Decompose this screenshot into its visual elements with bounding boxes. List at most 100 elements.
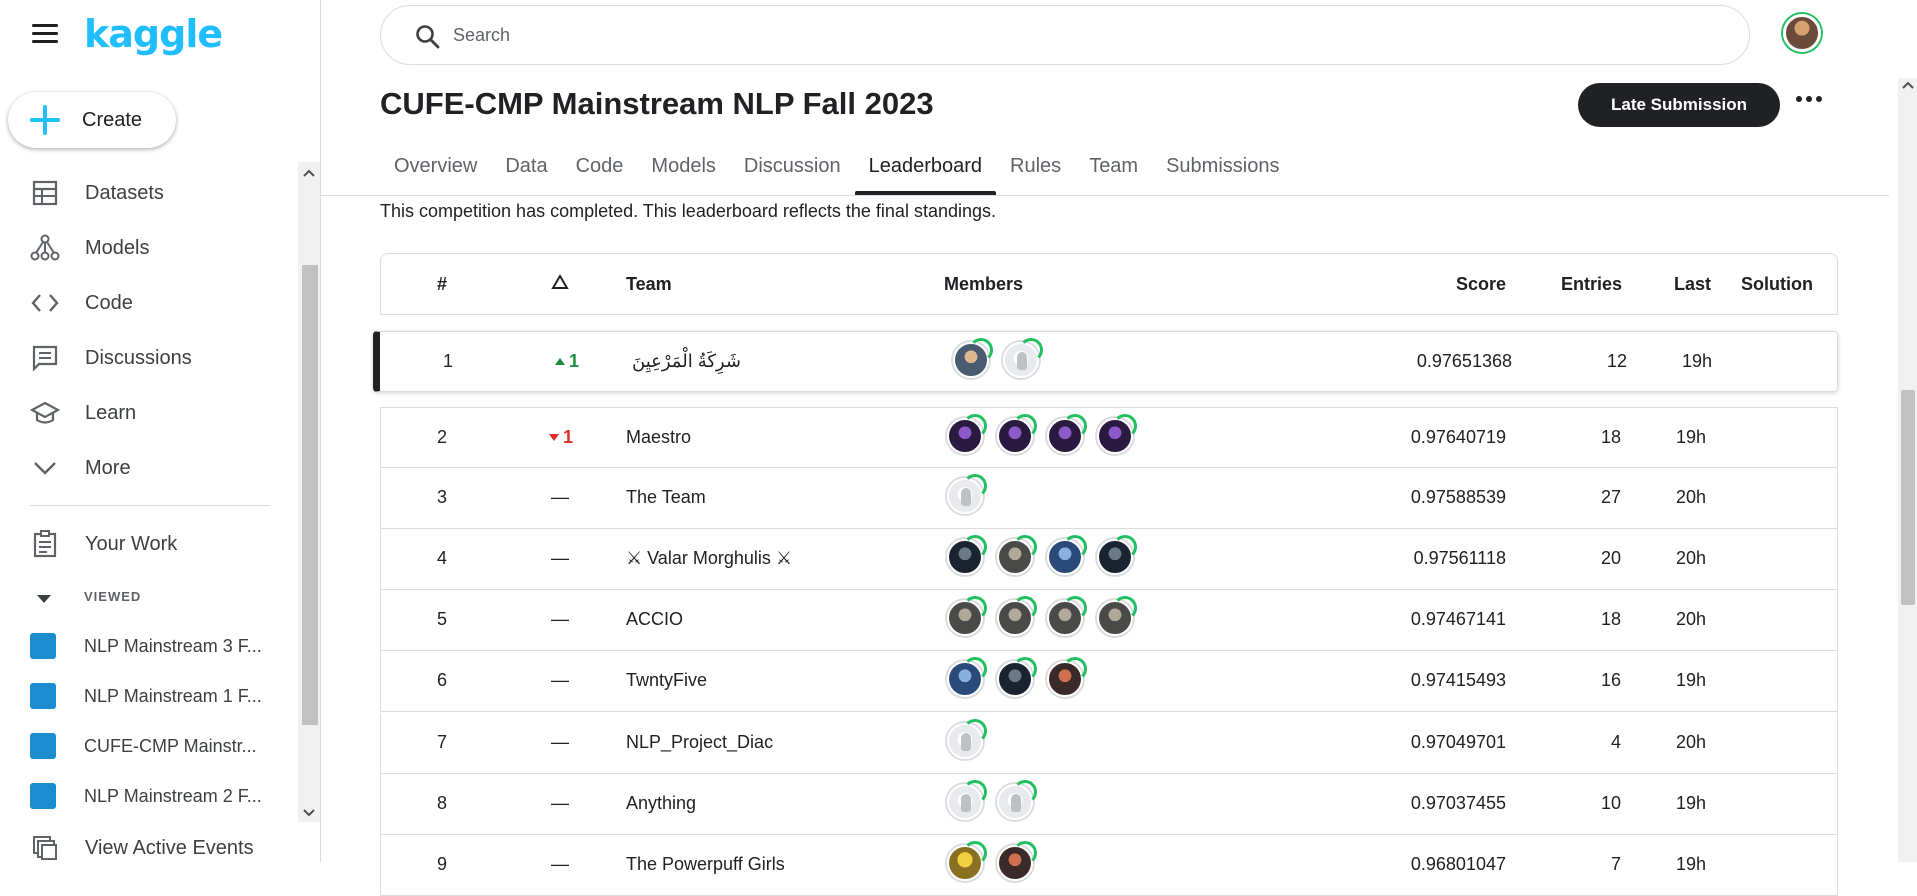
rank-change: —: [551, 670, 569, 690]
caret-down-icon[interactable]: [37, 595, 51, 603]
header-score[interactable]: Score: [1456, 274, 1506, 295]
search-input[interactable]: [453, 20, 1653, 50]
member-avatar[interactable]: [1097, 596, 1137, 636]
team-members: [947, 841, 1037, 881]
team-name[interactable]: ⚔ Valar Morghulis ⚔: [626, 548, 792, 569]
sidebar-item-learn[interactable]: Learn: [0, 389, 300, 437]
member-avatar[interactable]: [953, 338, 993, 378]
table-row[interactable]: 7 — NLP_Project_Diac 0.97049701 4 20h: [380, 713, 1838, 774]
member-avatar[interactable]: [997, 596, 1037, 636]
page-scrollbar-thumb[interactable]: [1901, 390, 1915, 605]
rank-change: —: [551, 793, 569, 813]
create-button[interactable]: Create: [8, 92, 176, 148]
member-avatar[interactable]: [1097, 414, 1137, 454]
team-name[interactable]: The Team: [626, 487, 706, 508]
tab-data[interactable]: Data: [491, 145, 561, 195]
tab-team[interactable]: Team: [1075, 145, 1152, 195]
viewed-item[interactable]: NLP Mainstream 2 F...: [0, 772, 300, 820]
sidebar-item-view-active-events[interactable]: View Active Events: [0, 824, 300, 862]
header-last[interactable]: Last: [1674, 274, 1711, 295]
team-name[interactable]: شَرِكَةُ الْمَرْعِيِنَ: [632, 351, 741, 372]
viewed-item-label: CUFE-CMP Mainstr...: [84, 735, 257, 756]
header-entries[interactable]: Entries: [1561, 274, 1622, 295]
sidebar-item-models[interactable]: Models: [0, 224, 300, 272]
delta-icon[interactable]: [551, 274, 569, 295]
member-avatar[interactable]: [947, 414, 987, 454]
table-row[interactable]: 3 — The Team 0.97588539 27 20h: [380, 468, 1838, 529]
team-members: [947, 535, 1137, 575]
tab-models[interactable]: Models: [637, 145, 729, 195]
team-name[interactable]: NLP_Project_Diac: [626, 732, 773, 753]
last-submission: 19h: [1675, 427, 1706, 447]
member-avatar[interactable]: [1047, 414, 1087, 454]
header-rank[interactable]: #: [437, 274, 447, 295]
member-avatar[interactable]: [1003, 338, 1043, 378]
member-avatar[interactable]: [947, 841, 987, 881]
tab-overview[interactable]: Overview: [380, 145, 491, 195]
user-avatar[interactable]: [1783, 14, 1821, 52]
search-bar[interactable]: [380, 5, 1750, 65]
scroll-up-icon[interactable]: [303, 168, 315, 178]
team-name[interactable]: ACCIO: [626, 609, 683, 630]
team-members: [947, 596, 1137, 636]
table-row[interactable]: 6 — TwntyFive 0.97415493 16 19h: [380, 651, 1838, 712]
table-row[interactable]: 4 — ⚔ Valar Morghulis ⚔ 0.97561118 20 20…: [380, 529, 1838, 590]
member-avatar[interactable]: [1097, 535, 1137, 575]
kaggle-logo[interactable]: kaggle: [84, 12, 223, 56]
member-avatar[interactable]: [997, 414, 1037, 454]
header-team[interactable]: Team: [626, 274, 672, 295]
tab-leaderboard[interactable]: Leaderboard: [854, 145, 997, 195]
viewed-item[interactable]: NLP Mainstream 3 F...: [0, 622, 300, 670]
sidebar-item-more[interactable]: More: [0, 444, 300, 492]
member-avatar[interactable]: [997, 780, 1037, 820]
member-avatar[interactable]: [997, 657, 1037, 697]
table-icon: [30, 178, 60, 208]
table-row[interactable]: 9 — The Powerpuff Girls 0.96801047 7 19h: [380, 835, 1838, 896]
sidebar-item-datasets[interactable]: Datasets: [0, 169, 300, 217]
table-row[interactable]: 5 — ACCIO 0.97467141 18 20h: [380, 590, 1838, 651]
member-avatar[interactable]: [1047, 596, 1087, 636]
score: 0.97037455: [1410, 793, 1506, 813]
team-members: [947, 780, 1037, 820]
competition-thumbnail-icon: [30, 683, 56, 709]
member-avatar[interactable]: [947, 657, 987, 697]
code-icon: [30, 288, 60, 318]
tab-discussion[interactable]: Discussion: [730, 145, 855, 195]
member-avatar[interactable]: [1047, 657, 1087, 697]
viewed-item[interactable]: CUFE-CMP Mainstr...: [0, 722, 300, 770]
member-avatar[interactable]: [997, 841, 1037, 881]
score: 0.97640719: [1410, 427, 1506, 447]
member-avatar[interactable]: [997, 535, 1037, 575]
team-name[interactable]: TwntyFive: [626, 670, 707, 691]
search-icon: [416, 25, 440, 49]
member-avatar[interactable]: [947, 780, 987, 820]
scroll-down-icon[interactable]: [303, 808, 315, 818]
late-submission-button[interactable]: Late Submission: [1578, 83, 1780, 127]
member-avatar[interactable]: [947, 719, 987, 759]
page-title: CUFE-CMP Mainstream NLP Fall 2023: [380, 86, 934, 121]
table-row[interactable]: 1 1 شَرِكَةُ الْمَرْعِيِنَ 0.97651368 12…: [373, 331, 1838, 392]
sidebar-item-your-work[interactable]: Your Work: [0, 520, 300, 568]
sidebar-item-code[interactable]: Code: [0, 279, 300, 327]
tab-rules[interactable]: Rules: [996, 145, 1075, 195]
viewed-item[interactable]: NLP Mainstream 1 F...: [0, 672, 300, 720]
table-row[interactable]: 8 — Anything 0.97037455 10 19h: [380, 774, 1838, 835]
member-avatar[interactable]: [1047, 535, 1087, 575]
menu-icon[interactable]: [32, 24, 58, 46]
member-avatar[interactable]: [947, 596, 987, 636]
member-avatar[interactable]: [947, 535, 987, 575]
tab-code[interactable]: Code: [562, 145, 638, 195]
entries: 4: [1610, 732, 1621, 752]
team-name[interactable]: Anything: [626, 793, 696, 814]
more-options-icon[interactable]: [1796, 96, 1824, 108]
sidebar-item-discussions[interactable]: Discussions: [0, 334, 300, 382]
table-row[interactable]: 2 1 Maestro 0.97640719 18 19h: [380, 407, 1838, 468]
member-avatar[interactable]: [947, 474, 987, 514]
team-members: [947, 474, 987, 514]
tab-submissions[interactable]: Submissions: [1152, 145, 1293, 195]
clipboard-icon: [30, 529, 60, 559]
sidebar-scrollbar-thumb[interactable]: [302, 265, 318, 725]
team-name[interactable]: The Powerpuff Girls: [626, 854, 785, 875]
team-name[interactable]: Maestro: [626, 427, 691, 448]
scroll-up-icon[interactable]: [1902, 80, 1914, 90]
